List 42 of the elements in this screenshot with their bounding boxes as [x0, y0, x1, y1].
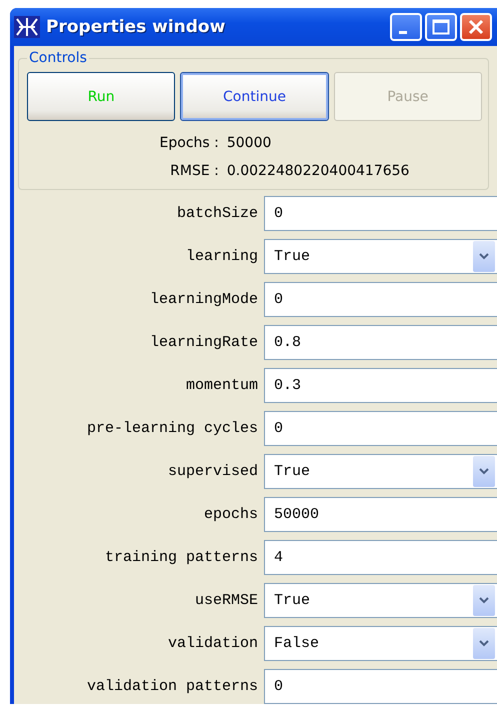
close-button[interactable]: [460, 13, 492, 41]
dropdown-field[interactable]: True: [264, 454, 497, 489]
property-label: batchSize: [176, 205, 258, 222]
input-field[interactable]: 0.8: [264, 325, 497, 360]
property-label: epochs: [202, 506, 258, 523]
input-field[interactable]: 0.3: [264, 368, 497, 403]
property-label: learning: [184, 248, 258, 265]
caret-icon: [479, 597, 489, 604]
maximize-button[interactable]: [425, 13, 457, 41]
dropdown-field[interactable]: False: [264, 626, 497, 661]
maximize-icon: [432, 19, 450, 35]
window-title: Properties window: [46, 17, 226, 37]
caret-icon: [479, 468, 489, 475]
input-field[interactable]: 0: [264, 411, 497, 446]
property-label: learningMode: [148, 291, 258, 308]
property-label: learningRate: [148, 334, 258, 351]
minimize-button[interactable]: [390, 13, 422, 41]
group-title: Controls: [28, 50, 88, 66]
input-field[interactable]: 0: [264, 282, 497, 317]
input-field[interactable]: 0: [264, 669, 497, 704]
property-label: momentum: [184, 377, 258, 394]
action-button[interactable]: Continue: [180, 72, 329, 121]
stat-value: 50000: [226, 135, 272, 151]
minimize-icon: [399, 30, 407, 34]
input-field[interactable]: 4: [264, 540, 497, 575]
input-field[interactable]: 50000: [264, 497, 497, 532]
caret-icon: [479, 253, 489, 260]
input-field[interactable]: 0: [264, 196, 497, 231]
caret-icon: [479, 640, 489, 647]
property-label: supervised: [166, 463, 258, 480]
property-label: training patterns: [104, 549, 258, 566]
stat-label: Epochs :: [160, 135, 219, 151]
dropdown-field[interactable]: True: [264, 583, 497, 618]
property-label: pre-learning cycles: [86, 420, 258, 437]
stat-label: RMSE :: [169, 163, 219, 179]
property-label: useRMSE: [194, 592, 258, 609]
stat-value: 0.0022480220400417656: [226, 163, 410, 179]
property-label: validation patterns: [86, 678, 258, 695]
app-icon: [14, 16, 40, 38]
close-icon: [468, 19, 484, 35]
property-label: validation: [166, 635, 258, 652]
dropdown-field[interactable]: True: [264, 239, 497, 274]
